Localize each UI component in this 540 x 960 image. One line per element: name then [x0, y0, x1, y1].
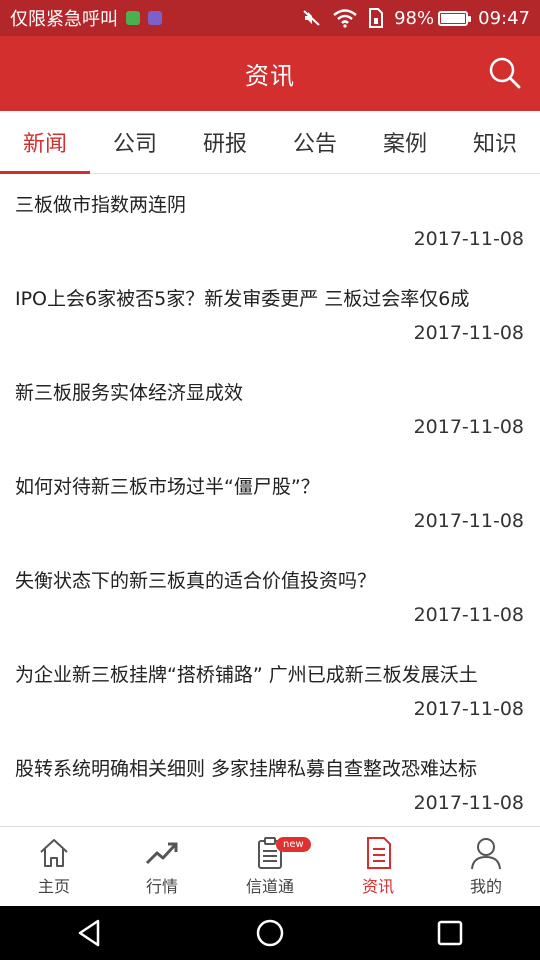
carrier-text: 仅限紧急呼叫 — [10, 9, 118, 30]
gallery-notification-icon — [148, 11, 162, 25]
news-item[interactable]: 三板做市指数两连阴 2017-11-08 — [0, 174, 540, 268]
status-bar: 仅限紧急呼叫 98% 09:47 — [0, 0, 540, 36]
news-date: 2017-11-08 — [413, 322, 524, 344]
home-circle-icon[interactable] — [250, 913, 290, 953]
nav-news-label: 资讯 — [361, 877, 394, 896]
tab-2[interactable]: 公司 — [90, 111, 180, 173]
mute-icon — [303, 10, 320, 26]
nav-channel[interactable]: new 信道通 — [216, 827, 324, 906]
battery-status: 98% — [394, 7, 472, 29]
nav-market[interactable]: 行情 — [108, 827, 216, 906]
news-item[interactable]: 为企业新三板挂牌“搭桥铺路” 广州已成新三板发展沃土 2017-11-08 — [0, 644, 540, 738]
status-right: 98% 09:47 — [302, 8, 530, 29]
news-date: 2017-11-08 — [413, 698, 524, 720]
nav-market-label: 行情 — [145, 877, 178, 896]
news-title: 为企业新三板挂牌“搭桥铺路” 广州已成新三板发展沃土 — [15, 664, 478, 686]
news-title: IPO上会6家被否5家？新发审委更严 三板过会率仅6成 — [15, 288, 470, 310]
search-button[interactable] — [488, 56, 522, 90]
tab-1[interactable]: 新闻 — [0, 111, 90, 174]
tab-6[interactable]: 知识 — [450, 111, 540, 173]
nav-home[interactable]: 主页 — [0, 827, 108, 906]
app-header: 资讯 — [0, 36, 540, 111]
tab-5[interactable]: 案例 — [360, 111, 450, 173]
nav-channel-label: 信道通 — [245, 877, 294, 896]
nav-profile-label: 我的 — [469, 877, 502, 896]
battery-fill — [441, 13, 465, 23]
page-title: 资讯 — [245, 62, 295, 90]
clock: 09:47 — [478, 7, 530, 29]
news-item[interactable]: 失衡状态下的新三板真的适合价值投资吗？ 2017-11-08 — [0, 550, 540, 644]
wifi-icon — [333, 9, 357, 28]
nav-profile[interactable]: 我的 — [432, 827, 540, 906]
trend-icon — [145, 842, 178, 865]
news-date: 2017-11-08 — [413, 792, 524, 814]
bottom-nav: 主页 行情 new 信道通 资讯 我的 — [0, 826, 540, 906]
news-date: 2017-11-08 — [413, 416, 524, 438]
app-notification-icon — [126, 11, 140, 25]
battery-icon — [438, 10, 472, 26]
news-item[interactable]: 股转系统明确相关细则 多家挂牌私募自查整改恐难达标 2017-11-08 — [0, 738, 540, 826]
status-left: 仅限紧急呼叫 — [10, 5, 162, 31]
nav-news[interactable]: 资讯 — [324, 827, 432, 906]
back-icon[interactable] — [70, 913, 110, 953]
document-icon — [367, 837, 391, 869]
news-title: 新三板服务实体经济显成效 — [15, 382, 244, 404]
system-nav-bar — [0, 906, 540, 960]
news-list: 三板做市指数两连阴 2017-11-08 IPO上会6家被否5家？新发审委更严 三板… — [0, 174, 540, 826]
home-icon — [40, 839, 68, 867]
battery-percent: 98% — [394, 7, 435, 29]
recent-apps-icon[interactable] — [430, 913, 470, 953]
tab-4[interactable]: 公告 — [270, 111, 360, 173]
news-item[interactable]: IPO上会6家被否5家？新发审委更严 三板过会率仅6成 2017-11-08 — [0, 268, 540, 362]
news-title: 股转系统明确相关细则 多家挂牌私募自查整改恐难达标 — [15, 758, 478, 780]
news-date: 2017-11-08 — [413, 228, 524, 250]
category-tabs: 新闻 公司 研报 公告 案例 知识 — [0, 111, 540, 174]
news-title: 三板做市指数两连阴 — [15, 194, 187, 216]
news-title: 如何对待新三板市场过半“僵尸股”？ — [15, 476, 320, 498]
user-icon — [471, 838, 501, 870]
sim-icon — [369, 8, 384, 28]
news-title: 失衡状态下的新三板真的适合价值投资吗？ — [15, 570, 377, 592]
tab-3[interactable]: 研报 — [180, 111, 270, 173]
news-item[interactable]: 新三板服务实体经济显成效 2017-11-08 — [0, 362, 540, 456]
news-date: 2017-11-08 — [413, 604, 524, 626]
search-icon — [489, 57, 521, 89]
news-date: 2017-11-08 — [413, 510, 524, 532]
news-item[interactable]: 如何对待新三板市场过半“僵尸股”？ 2017-11-08 — [0, 456, 540, 550]
nav-home-label: 主页 — [37, 877, 70, 896]
new-badge: new — [276, 837, 311, 852]
